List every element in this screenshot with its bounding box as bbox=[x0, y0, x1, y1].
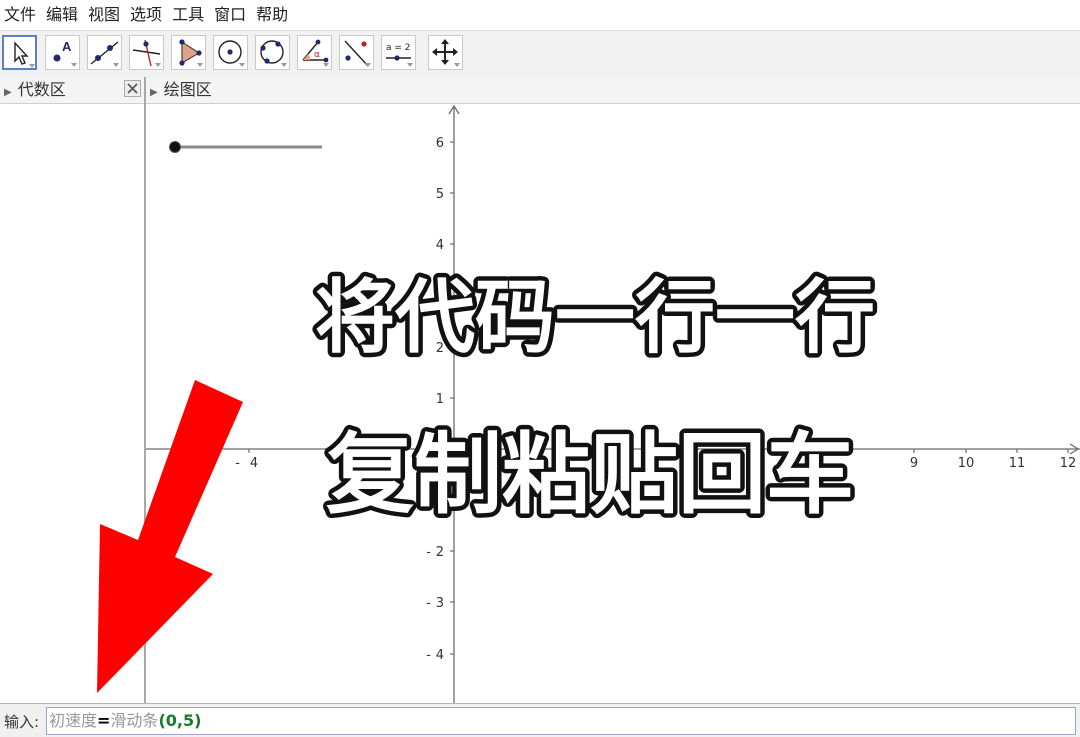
collapse-triangle-icon[interactable]: ▶ bbox=[150, 87, 158, 98]
menu-bar: 文件 编辑 视图 选项 工具 窗口 帮助 bbox=[0, 0, 1080, 30]
y-tick-label: 3 bbox=[436, 596, 444, 611]
slider-handle[interactable] bbox=[169, 141, 181, 153]
input-command-text: 初速度 bbox=[49, 711, 98, 730]
svg-text:A: A bbox=[62, 39, 72, 54]
y-tick-minus: - bbox=[426, 596, 431, 611]
circle-three-points-tool-button[interactable] bbox=[255, 35, 290, 70]
svg-text:α: α bbox=[314, 50, 320, 60]
menu-file[interactable]: 文件 bbox=[0, 0, 42, 30]
menu-tools[interactable]: 工具 bbox=[168, 0, 210, 30]
algebra-view[interactable] bbox=[0, 104, 144, 702]
input-equals: = bbox=[97, 711, 111, 730]
move-tool-icon bbox=[14, 41, 35, 68]
slider-tool-button[interactable]: a = 2 bbox=[381, 35, 416, 70]
slider-tool-icon: a = 2 bbox=[386, 43, 413, 67]
perpendicular-line-tool-icon bbox=[132, 39, 161, 67]
input-args: (0,5) bbox=[158, 711, 202, 730]
menu-view[interactable]: 视图 bbox=[84, 0, 126, 30]
svg-text:a = 2: a = 2 bbox=[386, 43, 411, 53]
y-tick-label: 1 bbox=[436, 392, 444, 407]
x-tick-label: 12 bbox=[1060, 456, 1077, 471]
toolbar: A α a = 2 bbox=[0, 30, 1080, 78]
line-tool-button[interactable] bbox=[87, 35, 122, 70]
line-tool-icon bbox=[90, 41, 119, 67]
menu-help[interactable]: 帮助 bbox=[252, 0, 294, 30]
input-label: 输入: bbox=[4, 713, 40, 731]
collapse-triangle-icon[interactable]: ▶ bbox=[4, 87, 12, 98]
slider[interactable] bbox=[169, 141, 323, 153]
y-tick-minus: - bbox=[426, 648, 431, 663]
x-tick-label: 4 bbox=[250, 456, 258, 471]
y-tick-label: 5 bbox=[436, 187, 444, 202]
algebra-view-title: 代数区 bbox=[17, 80, 66, 99]
reflect-tool-icon bbox=[344, 40, 371, 67]
polygon-tool-button[interactable] bbox=[171, 35, 206, 70]
move-graphics-view-tool-button[interactable] bbox=[428, 35, 463, 70]
input-function-text: 滑动条 bbox=[110, 711, 159, 730]
angle-tool-button[interactable]: α bbox=[297, 35, 332, 70]
x-tick-label: 10 bbox=[958, 456, 975, 471]
menu-window[interactable]: 窗口 bbox=[210, 0, 252, 30]
menu-edit[interactable]: 编辑 bbox=[42, 0, 84, 30]
x-tick-label: 11 bbox=[1009, 456, 1026, 471]
x-tick-minus: - bbox=[235, 456, 240, 471]
x-tick-label: 9 bbox=[910, 456, 918, 471]
x-tick-label: 7 bbox=[808, 456, 816, 471]
y-tick-label: 4 bbox=[436, 238, 444, 253]
move-tool-button[interactable] bbox=[2, 35, 37, 70]
graphics-view-header: ▶ 绘图区 bbox=[146, 77, 1080, 104]
move-graphics-view-tool-icon bbox=[432, 39, 460, 67]
menu-options[interactable]: 选项 bbox=[126, 0, 168, 30]
x-tick-label: 5 bbox=[707, 456, 715, 471]
circle-tool-button[interactable] bbox=[213, 35, 248, 70]
circle-tool-icon bbox=[218, 40, 245, 67]
algebra-view-header: ▶ 代数区 bbox=[0, 77, 144, 104]
y-tick-label: 6 bbox=[436, 136, 444, 151]
perpendicular-line-tool-button[interactable] bbox=[129, 35, 164, 70]
graphics-view[interactable]: 6 5 4 2 1 - 2 - 3 - 4 - 4 5 7 9 10 11 12 bbox=[146, 104, 1080, 703]
close-algebra-view-button[interactable] bbox=[124, 80, 141, 97]
input-bar: 输入: 初速度=滑动条(0,5) bbox=[0, 703, 1080, 737]
reflect-tool-button[interactable] bbox=[339, 35, 374, 70]
circle-three-points-tool-icon bbox=[260, 40, 287, 67]
point-tool-button[interactable]: A bbox=[45, 35, 80, 70]
input-field[interactable]: 初速度=滑动条(0,5) bbox=[46, 707, 1076, 735]
y-tick-label: 4 bbox=[436, 648, 444, 663]
polygon-tool-icon bbox=[179, 39, 203, 67]
y-tick-minus: - bbox=[426, 545, 431, 560]
y-tick-label: 2 bbox=[436, 545, 444, 560]
y-tick-label: 2 bbox=[436, 341, 444, 356]
graphics-view-title: 绘图区 bbox=[163, 80, 212, 99]
angle-tool-icon: α bbox=[302, 39, 329, 67]
point-tool-icon: A bbox=[53, 39, 77, 67]
close-icon bbox=[127, 83, 138, 94]
